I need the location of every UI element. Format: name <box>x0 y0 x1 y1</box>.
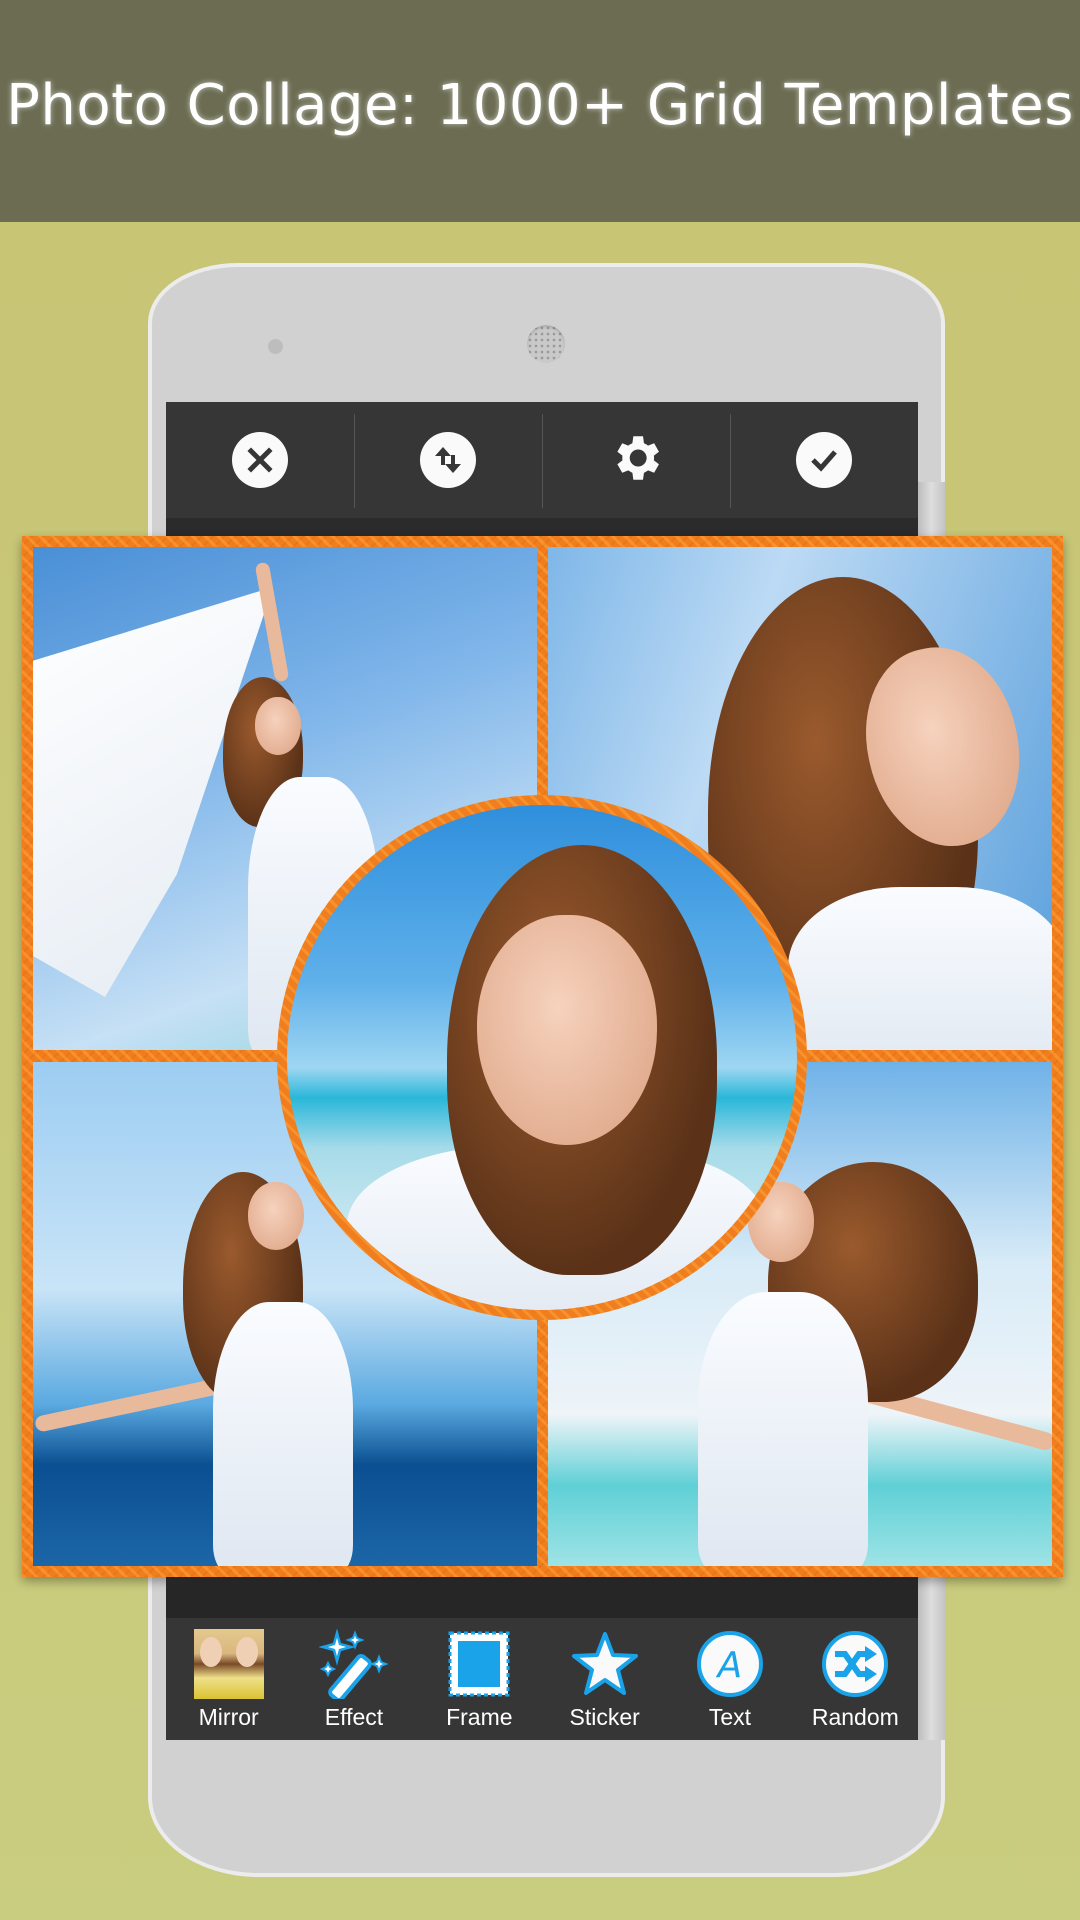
svg-text:A: A <box>716 1645 743 1686</box>
face-shape <box>255 697 301 755</box>
screen-bottom-band <box>166 1577 918 1618</box>
sticker-button[interactable]: Sticker <box>542 1618 667 1740</box>
dress-shape <box>698 1292 868 1566</box>
text-button[interactable]: A Text <box>667 1618 792 1740</box>
settings-button[interactable] <box>542 402 730 518</box>
effect-button[interactable]: Effect <box>291 1618 416 1740</box>
face-shape <box>477 915 657 1145</box>
mirror-icon <box>193 1629 264 1699</box>
text-label: Text <box>708 1704 752 1730</box>
top-toolbar <box>166 402 918 518</box>
collage-cell-center-circle[interactable] <box>287 805 797 1310</box>
swap-button[interactable] <box>354 402 542 518</box>
done-button[interactable] <box>730 402 918 518</box>
front-camera-icon <box>268 339 283 354</box>
random-label: Random <box>811 1704 899 1730</box>
shuffle-icon <box>820 1629 890 1699</box>
effect-label: Effect <box>324 1704 384 1730</box>
star-icon <box>570 1629 640 1699</box>
frame-button[interactable]: Frame <box>417 1618 542 1740</box>
promo-banner: Photo Collage: 1000+ Grid Templates <box>0 0 1080 222</box>
random-button[interactable]: Random <box>793 1618 918 1740</box>
sticker-label: Sticker <box>569 1704 640 1730</box>
bottom-toolbar: Mirror Effect Frame Sticker A Text Rando… <box>166 1618 918 1740</box>
text-icon: A <box>695 1629 765 1699</box>
dress-shape <box>788 887 1052 1050</box>
close-icon <box>232 432 288 488</box>
mirror-label: Mirror <box>198 1704 259 1730</box>
face-shape <box>248 1182 304 1250</box>
swap-vertical-icon <box>420 432 476 488</box>
mirror-button[interactable]: Mirror <box>166 1618 291 1740</box>
frame-icon <box>444 1629 514 1699</box>
banner-title: Photo Collage: 1000+ Grid Templates <box>6 72 1074 138</box>
earpiece-speaker-icon <box>527 325 565 363</box>
magic-wand-icon <box>318 1629 389 1699</box>
dress-shape <box>213 1302 353 1566</box>
cancel-button[interactable] <box>166 402 354 518</box>
collage-canvas <box>22 536 1063 1577</box>
check-icon <box>796 432 852 488</box>
frame-label: Frame <box>446 1704 513 1730</box>
gear-icon <box>607 429 665 491</box>
